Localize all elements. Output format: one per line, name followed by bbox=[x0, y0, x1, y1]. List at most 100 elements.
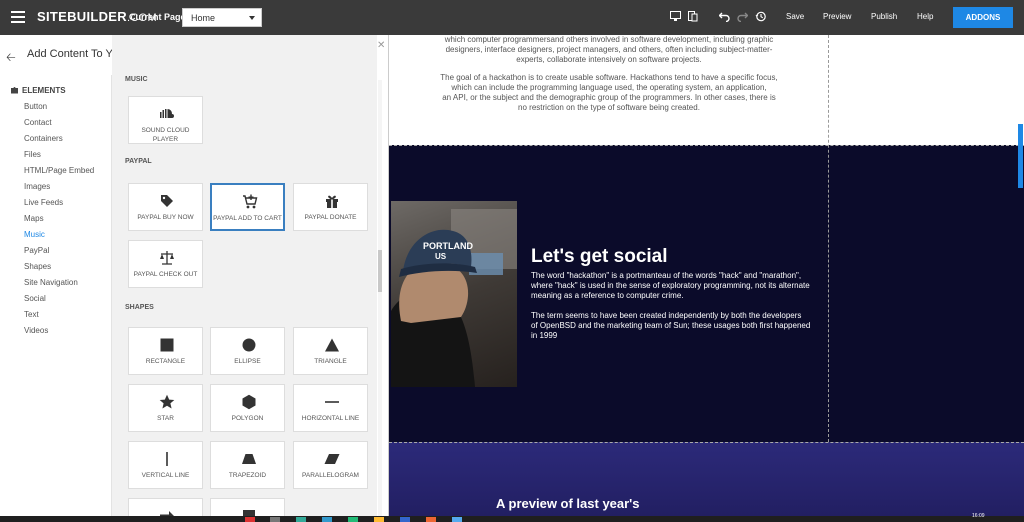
cart-icon bbox=[243, 194, 258, 209]
undo-icon[interactable] bbox=[719, 11, 730, 22]
category-music[interactable]: Music bbox=[24, 230, 45, 239]
preview-heading: A preview of last year's bbox=[496, 496, 640, 511]
tile-ellipse[interactable]: ELLIPSE bbox=[210, 327, 285, 375]
tag-icon bbox=[161, 195, 173, 207]
square-icon bbox=[243, 510, 255, 516]
preview-button[interactable]: Preview bbox=[823, 12, 851, 21]
taskbar-app-icon[interactable] bbox=[322, 517, 332, 522]
tile-triangle[interactable]: TRIANGLE bbox=[293, 327, 368, 375]
tile-label: TRIANGLE bbox=[314, 358, 347, 365]
ellipse-icon bbox=[242, 338, 256, 352]
current-page-value: Home bbox=[191, 13, 216, 23]
tile-label: PAYPAL ADD TO CART bbox=[213, 215, 282, 222]
star-icon bbox=[159, 394, 175, 409]
category-shapes[interactable]: Shapes bbox=[24, 262, 51, 271]
tile-label: PARALLELOGRAM bbox=[302, 472, 359, 479]
category-files[interactable]: Files bbox=[24, 150, 41, 159]
polygon-icon bbox=[242, 394, 256, 410]
taskbar-clock: 16:09 bbox=[972, 513, 985, 519]
social-section[interactable]: PORTLAND US Let's get social The word "h… bbox=[389, 145, 1024, 442]
element-gallery: MUSIC SOUND CLOUD PLAYER PAYPAL PAYPAL B… bbox=[112, 35, 377, 516]
publish-button[interactable]: Publish bbox=[871, 12, 897, 21]
brand-main: SITEBUILDER bbox=[37, 9, 127, 24]
category-button[interactable]: Button bbox=[24, 102, 47, 111]
app-root: SITEBUILDER.COM Current Page: Home Save … bbox=[0, 0, 1024, 522]
category-contact[interactable]: Contact bbox=[24, 118, 52, 127]
scales-icon bbox=[160, 251, 174, 265]
social-p1-line-3: meaning as a reference to computer crime… bbox=[531, 291, 684, 300]
os-taskbar: 16:09 bbox=[0, 513, 1024, 522]
tile-label: HORIZONTAL LINE bbox=[301, 415, 360, 422]
tile-label: SOUND CLOUD PLAYER bbox=[141, 127, 190, 143]
chevron-down-icon bbox=[249, 16, 255, 20]
category-containers[interactable]: Containers bbox=[24, 134, 63, 143]
section-title-shapes: SHAPES bbox=[125, 304, 154, 311]
tile-sound-cloud-player[interactable]: SOUND CLOUD PLAYER bbox=[128, 96, 203, 144]
cap-text-us: US bbox=[435, 252, 447, 261]
tile-polygon[interactable]: POLYGON bbox=[210, 384, 285, 432]
taskbar-app-icon[interactable] bbox=[296, 517, 306, 522]
help-button[interactable]: Help bbox=[917, 12, 933, 21]
category-live-feeds[interactable]: Live Feeds bbox=[24, 198, 63, 207]
gallery-scrollbar-thumb[interactable] bbox=[378, 250, 382, 292]
tile-arrow[interactable] bbox=[128, 498, 203, 516]
intro-line-2: designers, interface designers, project … bbox=[445, 45, 773, 54]
section-guide-top bbox=[389, 145, 1024, 146]
soundcloud-icon bbox=[160, 108, 174, 118]
tile-label: ELLIPSE bbox=[234, 358, 261, 365]
trapezoid-icon bbox=[242, 454, 256, 464]
tile-label: TRAPEZOID bbox=[228, 472, 267, 479]
section-guide-bottom bbox=[389, 442, 1024, 443]
category-social[interactable]: Social bbox=[24, 294, 46, 303]
puzzle-icon bbox=[11, 87, 18, 94]
close-icon[interactable]: ✕ bbox=[377, 40, 385, 51]
category-paypal[interactable]: PayPal bbox=[24, 246, 49, 255]
tile-rectangle[interactable]: RECTANGLE bbox=[128, 327, 203, 375]
tile-paypal-donate[interactable]: PAYPAL DONATE bbox=[293, 183, 368, 231]
mobile-view-icon[interactable] bbox=[688, 11, 698, 22]
tile-trapezoid[interactable]: TRAPEZOID bbox=[210, 441, 285, 489]
taskbar-app-icon[interactable] bbox=[245, 517, 255, 522]
desktop-view-icon[interactable] bbox=[670, 11, 681, 22]
tile-paypal-check-out[interactable]: PAYPAL CHECK OUT bbox=[128, 240, 203, 288]
category-html-page-embed[interactable]: HTML/Page Embed bbox=[24, 166, 94, 175]
taskbar-app-icon[interactable] bbox=[452, 517, 462, 522]
elements-header-label: ELEMENTS bbox=[22, 86, 66, 95]
current-page-select[interactable]: Home bbox=[182, 8, 262, 27]
category-text[interactable]: Text bbox=[24, 310, 39, 319]
goal-line-3: an API, or the subject and the demograph… bbox=[442, 93, 776, 102]
gallery-scrollbar[interactable] bbox=[378, 80, 382, 516]
taskbar-app-icon[interactable] bbox=[400, 517, 410, 522]
category-site-navigation[interactable]: Site Navigation bbox=[24, 278, 78, 287]
menu-icon[interactable] bbox=[11, 11, 25, 23]
taskbar-app-icon[interactable] bbox=[348, 517, 358, 522]
canvas-scroll-indicator[interactable] bbox=[1018, 124, 1023, 188]
back-arrow-icon[interactable]: 🡠 bbox=[6, 48, 16, 69]
tile-label: STAR bbox=[157, 415, 174, 422]
category-maps[interactable]: Maps bbox=[24, 214, 44, 223]
tile-shape-more[interactable] bbox=[210, 498, 285, 516]
taskbar-app-icon[interactable] bbox=[426, 517, 436, 522]
category-videos[interactable]: Videos bbox=[24, 326, 48, 335]
triangle-icon bbox=[325, 338, 339, 352]
save-button[interactable]: Save bbox=[786, 12, 804, 21]
category-list: ELEMENTS Button Contact Containers Files… bbox=[0, 75, 112, 516]
addons-button[interactable]: ADDONS bbox=[953, 7, 1013, 28]
hackathon-photo[interactable]: PORTLAND US bbox=[391, 201, 517, 387]
preview-section[interactable]: A preview of last year's bbox=[389, 442, 1024, 516]
tile-label: VERTICAL LINE bbox=[141, 472, 190, 479]
category-images[interactable]: Images bbox=[24, 182, 50, 191]
taskbar-app-icon[interactable] bbox=[270, 517, 280, 522]
tile-star[interactable]: STAR bbox=[128, 384, 203, 432]
tile-paypal-buy-now[interactable]: PAYPAL BUY NOW bbox=[128, 183, 203, 231]
tile-vertical-line[interactable]: VERTICAL LINE bbox=[128, 441, 203, 489]
tile-parallelogram[interactable]: PARALLELOGRAM bbox=[293, 441, 368, 489]
tile-label: PAYPAL DONATE bbox=[304, 214, 357, 221]
history-icon[interactable] bbox=[755, 11, 766, 22]
redo-icon[interactable] bbox=[737, 11, 748, 22]
taskbar-app-icon[interactable] bbox=[374, 517, 384, 522]
tile-horizontal-line[interactable]: HORIZONTAL LINE bbox=[293, 384, 368, 432]
tile-paypal-add-to-cart[interactable]: PAYPAL ADD TO CART bbox=[210, 183, 285, 231]
tile-label: RECTANGLE bbox=[145, 358, 186, 365]
social-p2-line-1: The term seems to have been created inde… bbox=[531, 311, 802, 320]
